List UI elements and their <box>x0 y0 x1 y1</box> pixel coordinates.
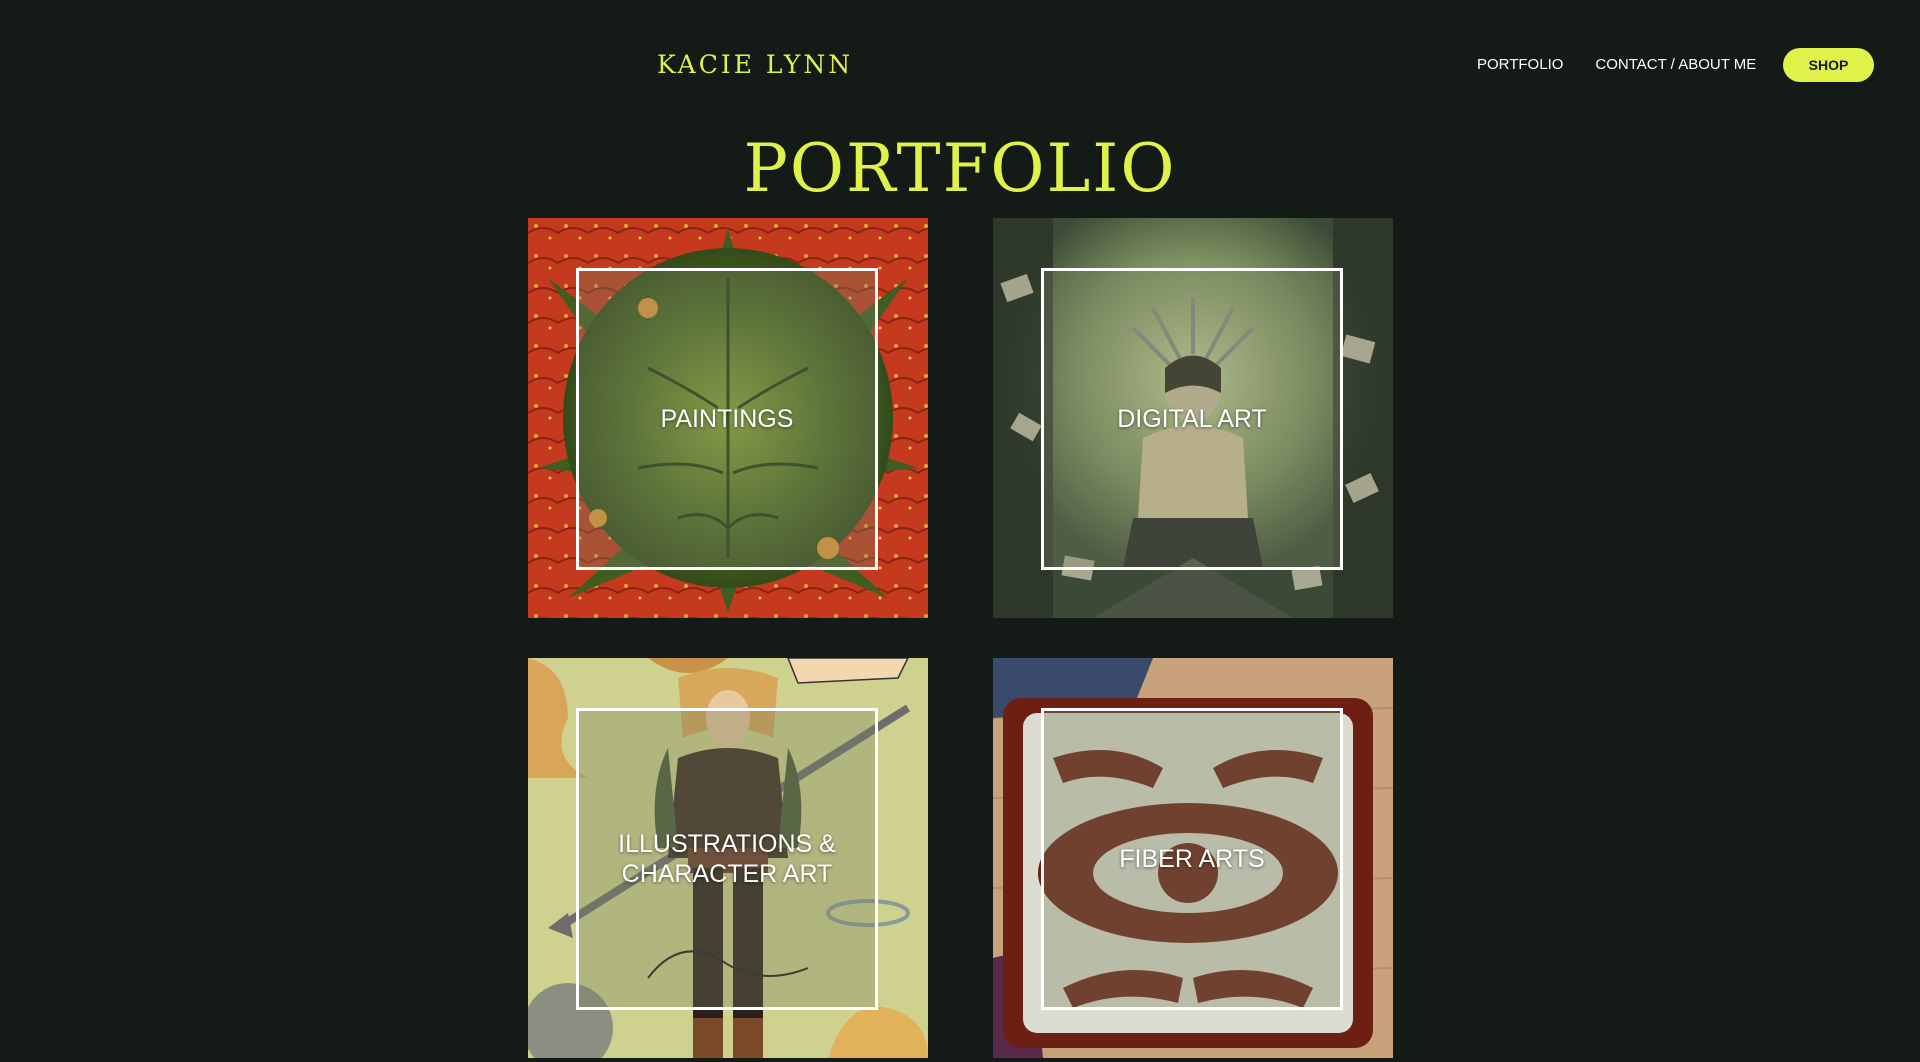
main-nav: PORTFOLIO CONTACT / ABOUT ME <box>1477 56 1756 73</box>
site-title-link[interactable]: KACIE LYNN <box>657 50 853 79</box>
page: KACIE LYNN PORTFOLIO CONTACT / ABOUT ME … <box>0 0 1920 1062</box>
tile-paintings[interactable]: PAINTINGS <box>528 218 928 618</box>
tile-label-paintings: PAINTINGS <box>660 405 794 433</box>
tile-label-illustrations: ILLUSTRATIONS & CHARACTER ART <box>618 830 836 888</box>
tile-digital-art[interactable]: DIGITAL ART <box>993 218 1393 618</box>
tile-label-digital-art: DIGITAL ART <box>1117 405 1267 433</box>
page-title-text: PORTFOLIO <box>743 130 1177 207</box>
tile-fiber-arts[interactable]: FIBER ARTS <box>993 658 1393 1058</box>
digital-art-frame: DIGITAL ART <box>1041 268 1343 570</box>
paintings-frame: PAINTINGS <box>576 268 878 570</box>
page-title: PORTFOLIO <box>0 130 1920 207</box>
illustrations-frame: ILLUSTRATIONS & CHARACTER ART <box>576 708 878 1010</box>
shop-button[interactable]: SHOP <box>1783 48 1874 82</box>
nav-contact-about[interactable]: CONTACT / ABOUT ME <box>1595 56 1756 73</box>
nav-portfolio[interactable]: PORTFOLIO <box>1477 56 1563 73</box>
tile-illustrations-character-art[interactable]: ILLUSTRATIONS & CHARACTER ART <box>528 658 928 1058</box>
fiber-arts-frame: FIBER ARTS <box>1041 708 1343 1010</box>
tile-label-fiber-arts: FIBER ARTS <box>1119 845 1265 873</box>
